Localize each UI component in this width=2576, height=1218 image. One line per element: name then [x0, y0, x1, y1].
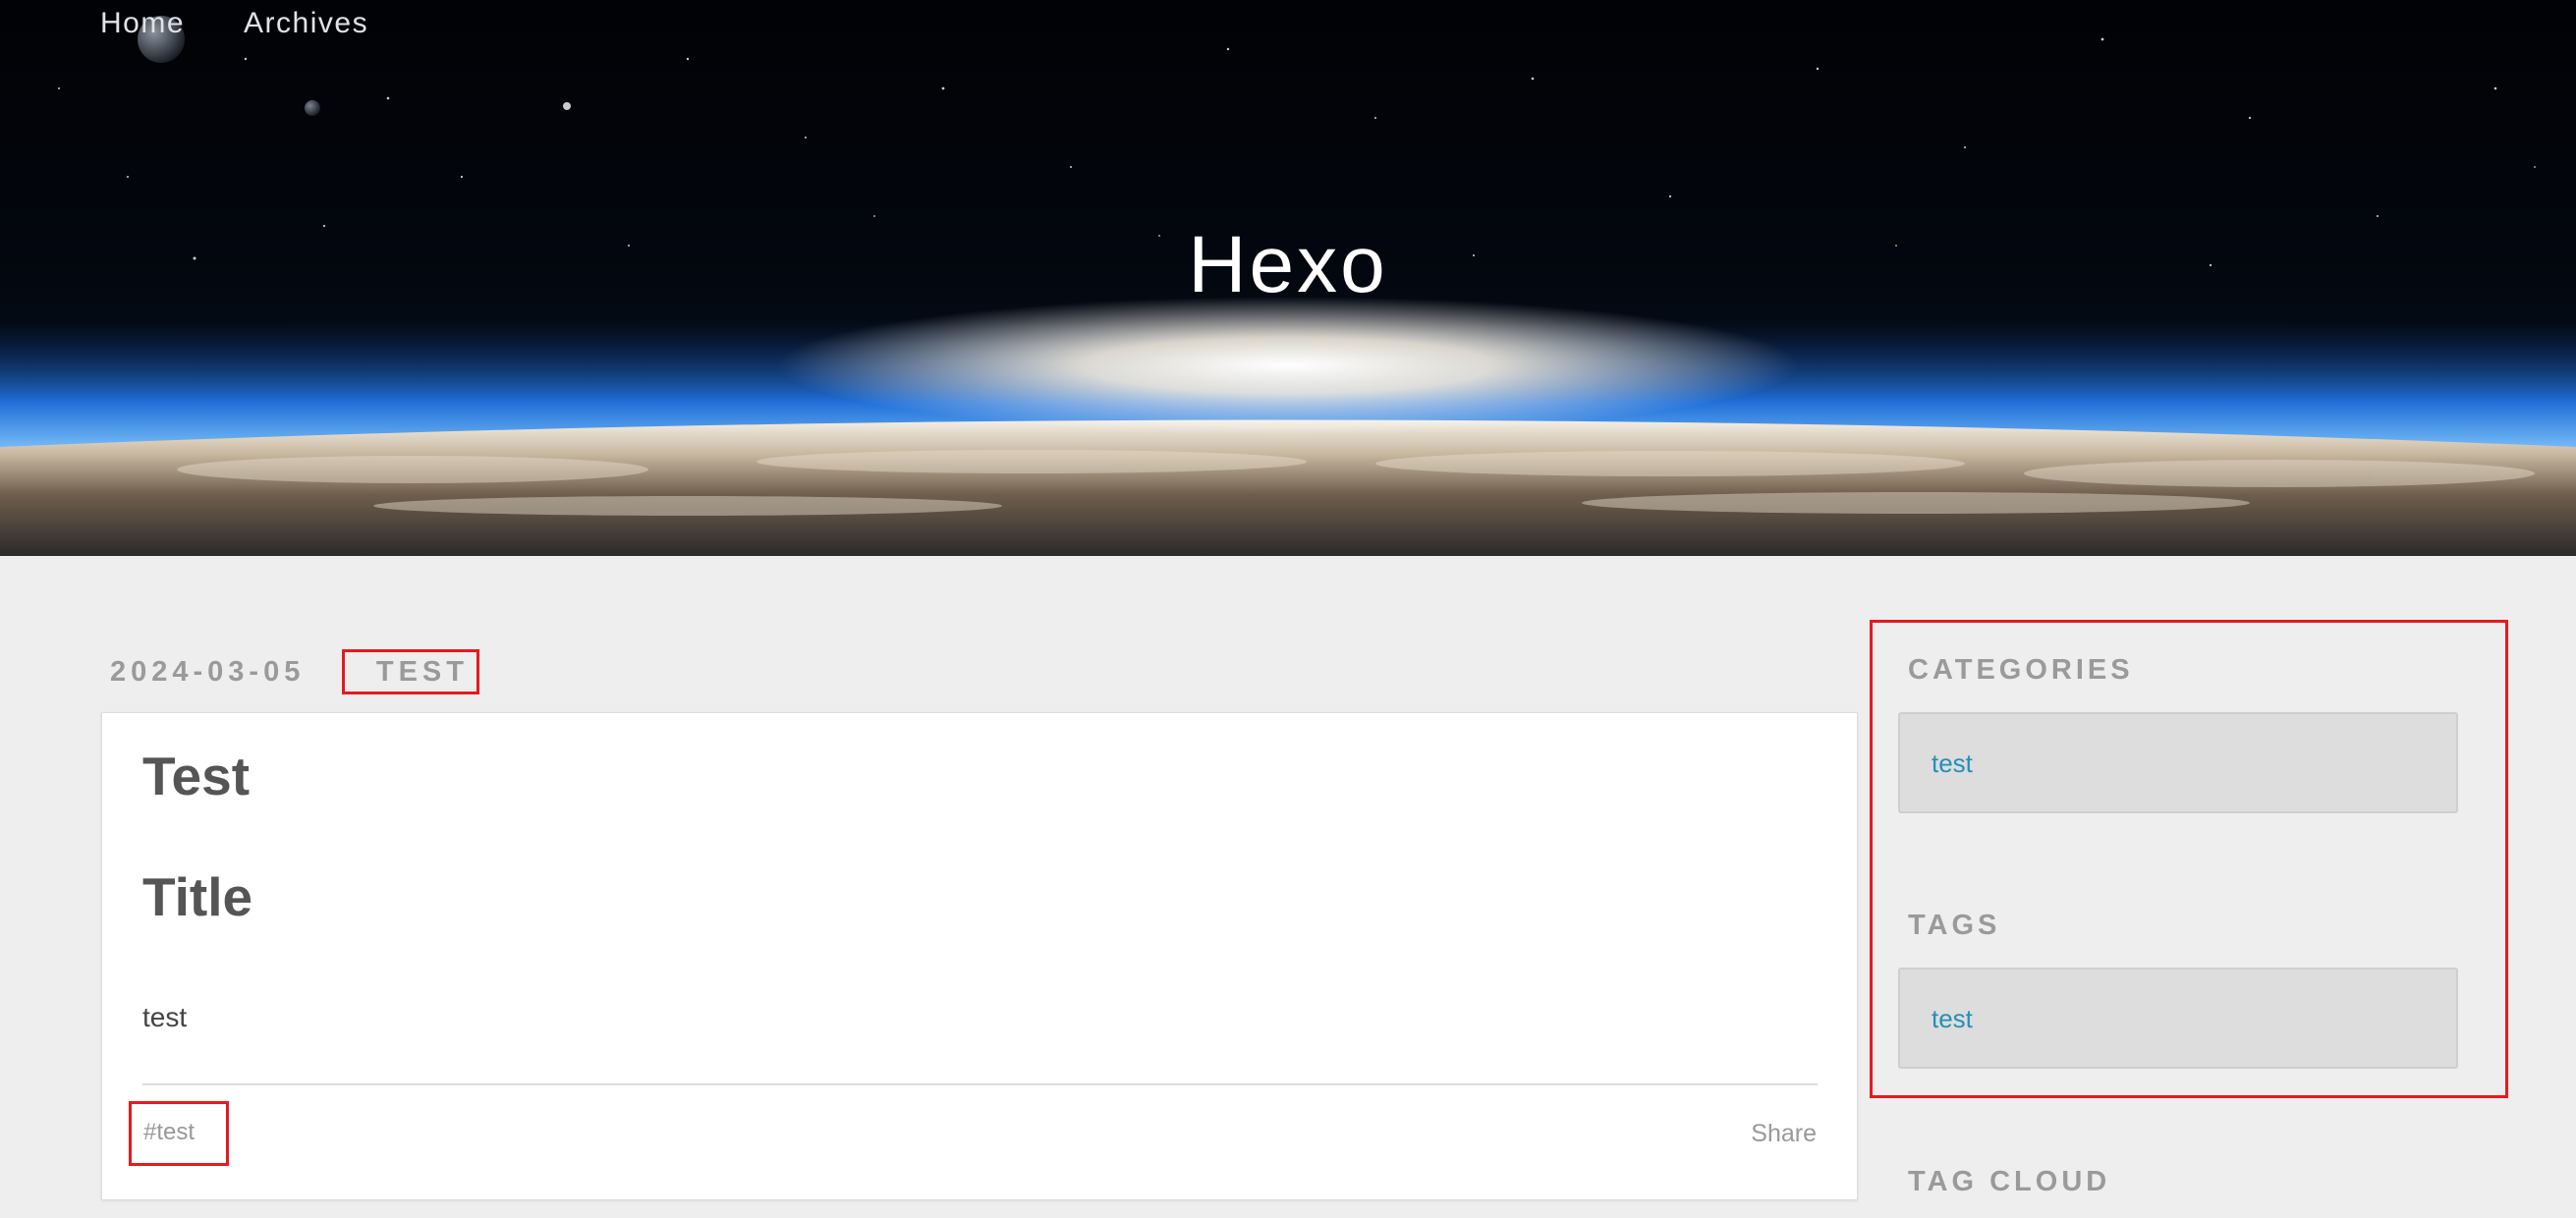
categories-widget: test	[1898, 712, 2458, 813]
category-item-test[interactable]: test	[1932, 746, 1973, 781]
article-heading-test: Test	[142, 746, 251, 806]
article-heading-title: Title	[142, 866, 253, 927]
article-meta: 2024-03-05 TEST	[110, 649, 479, 694]
main-nav: Home Archives	[100, 4, 368, 43]
article-tag-link[interactable]: #test	[129, 1101, 229, 1166]
tag-item-test[interactable]: test	[1932, 1001, 1973, 1036]
article-category-link[interactable]: TEST	[342, 649, 479, 694]
categories-widget-title: CATEGORIES	[1908, 654, 2134, 686]
banner: Home Archives Hexo	[0, 0, 2576, 556]
share-link[interactable]: Share	[1751, 1116, 1817, 1151]
tags-widget-title: TAGS	[1908, 910, 2001, 941]
article-date[interactable]: 2024-03-05	[110, 656, 305, 689]
article-card: Test Title test #test Share	[101, 712, 1858, 1200]
tags-widget: test	[1898, 968, 2458, 1069]
nav-item-archives[interactable]: Archives	[244, 4, 368, 43]
article-divider	[142, 1083, 1818, 1085]
tag-cloud-widget-title: TAG CLOUD	[1908, 1166, 2111, 1197]
article-body: test	[142, 1002, 188, 1032]
site-title[interactable]: Hexo	[0, 218, 2576, 312]
nav-item-home[interactable]: Home	[100, 4, 185, 43]
